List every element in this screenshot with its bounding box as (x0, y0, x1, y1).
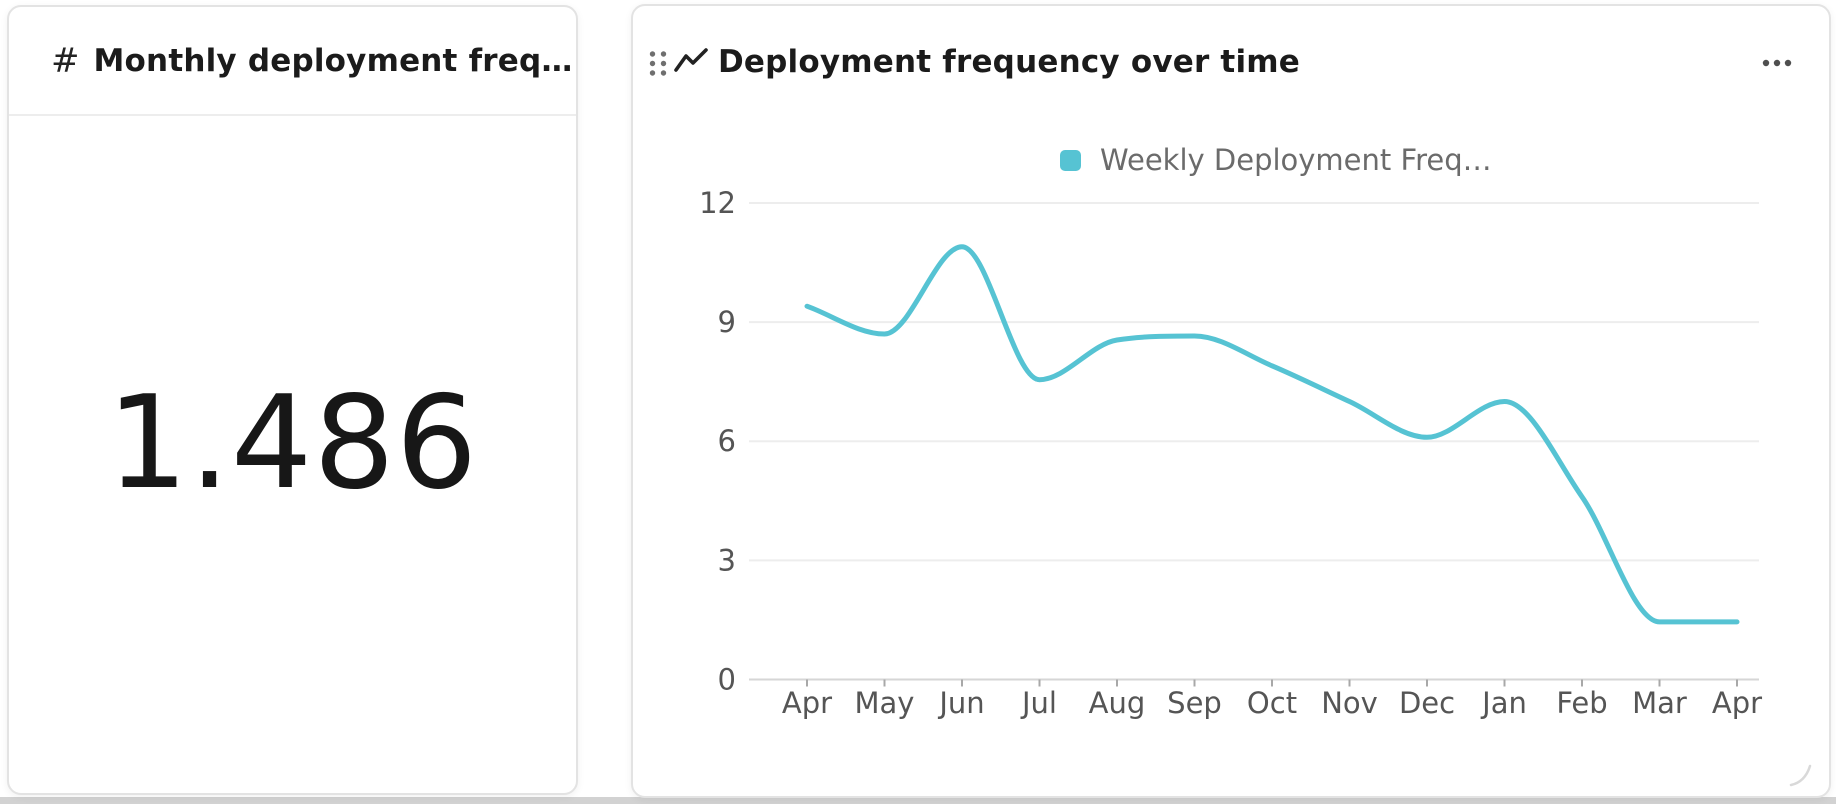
metric-card-body: 1.486 (9, 116, 576, 795)
dashboard: # Monthly deployment frequen… 1.486 Depl… (0, 0, 1836, 804)
svg-text:12: 12 (699, 186, 736, 220)
svg-text:Jul: Jul (1020, 686, 1057, 720)
legend[interactable]: Weekly Deployment Freq… (1060, 143, 1492, 177)
legend-label: Weekly Deployment Freq… (1100, 143, 1492, 177)
metric-card: # Monthly deployment frequen… 1.486 (7, 5, 578, 795)
next-row-edge (0, 797, 1836, 804)
metric-card-header: # Monthly deployment frequen… (9, 7, 576, 116)
svg-text:Oct: Oct (1247, 686, 1297, 720)
svg-text:May: May (855, 686, 915, 720)
series-line (807, 247, 1737, 622)
svg-text:Apr: Apr (1712, 686, 1762, 720)
x-axis-labels: Apr May Jun Jul Aug Sep Oct Nov Dec Jan Feb Mar Apr (782, 686, 1762, 720)
svg-text:Jun: Jun (937, 686, 984, 720)
svg-text:Feb: Feb (1556, 686, 1607, 720)
number-sign-icon: # (51, 44, 80, 78)
svg-text:Dec: Dec (1399, 686, 1455, 720)
svg-text:9: 9 (718, 305, 736, 339)
svg-text:Aug: Aug (1089, 686, 1146, 720)
svg-text:Jan: Jan (1480, 686, 1527, 720)
svg-text:3: 3 (718, 543, 736, 577)
svg-text:Mar: Mar (1632, 686, 1687, 720)
gridlines (749, 203, 1759, 680)
metric-value: 1.486 (107, 369, 478, 518)
svg-text:Sep: Sep (1167, 686, 1222, 720)
y-axis-labels: 0 3 6 9 12 (699, 186, 736, 697)
resize-grip-icon[interactable] (1789, 764, 1813, 788)
svg-text:6: 6 (718, 424, 736, 458)
chart-card: Deployment frequency over time 036912Apr… (631, 4, 1831, 798)
svg-text:0: 0 (718, 663, 736, 697)
svg-text:Apr: Apr (782, 686, 832, 720)
metric-card-title: Monthly deployment frequen… (94, 43, 577, 79)
legend-swatch (1060, 150, 1081, 171)
deployment-frequency-chart: 0 3 6 9 12 Apr May Jun Jul Aug Sep Oct Nov Dec Jan Feb M… (633, 6, 1829, 796)
svg-text:Nov: Nov (1321, 686, 1378, 720)
